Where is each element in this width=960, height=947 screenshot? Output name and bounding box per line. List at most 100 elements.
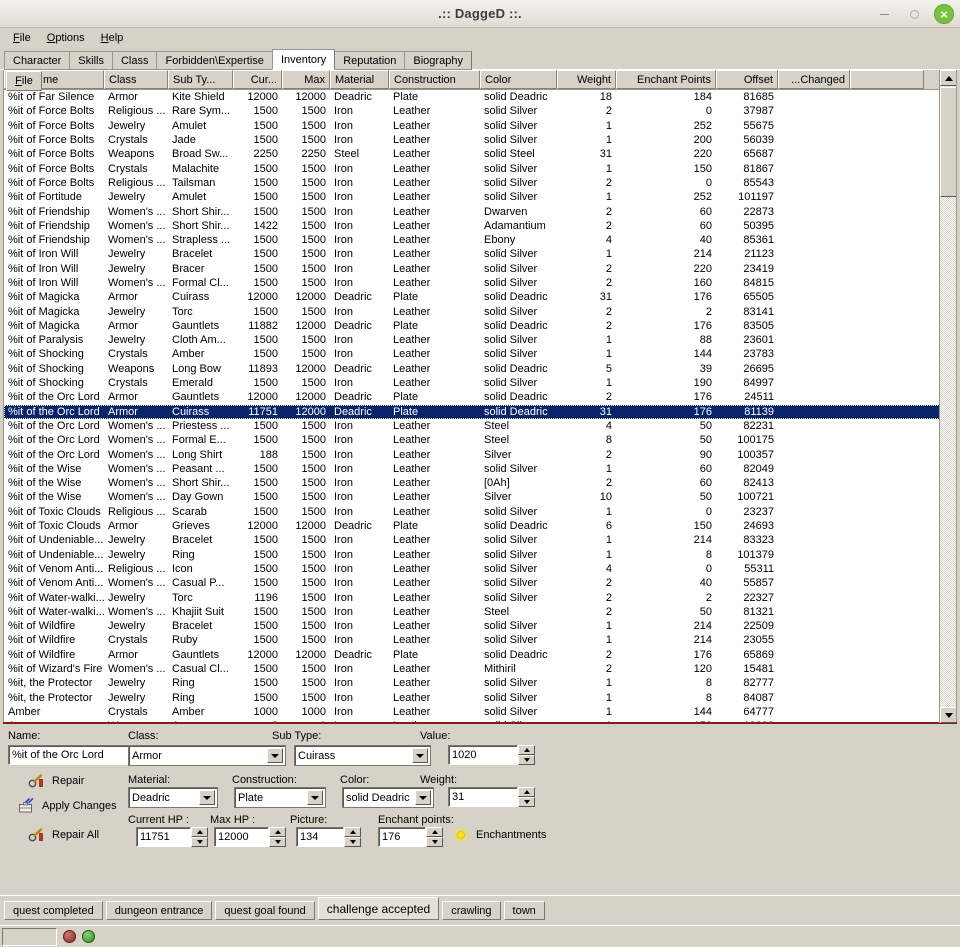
table-row[interactable]: %it of Force Bolts Crystals Jade 1500 1500 Ir…	[4, 133, 956, 147]
bottom-tab-challenge-accepted[interactable]: challenge accepted	[317, 897, 440, 920]
bottom-tab-quest-goal-found[interactable]: quest goal found	[215, 901, 315, 920]
sub-type-select[interactable]: Cuirass	[294, 745, 431, 766]
picture-stepper[interactable]	[344, 827, 361, 847]
grid-column-header-max[interactable]: Max	[282, 70, 330, 89]
value-stepper-down[interactable]	[518, 755, 535, 765]
menu-item-help[interactable]: Help	[94, 30, 131, 46]
class-select-arrow[interactable]	[267, 748, 283, 763]
tab-forbidden-expertise[interactable]: Forbidden\Expertise	[156, 51, 273, 70]
table-row[interactable]: %it of Undeniable... Jewelry Bracelet 1500 1…	[4, 533, 956, 547]
bottom-tab-crawling[interactable]: crawling	[442, 901, 501, 920]
scroll-up-button[interactable]	[940, 70, 956, 86]
grid-column-header-enchant-points[interactable]: Enchant Points	[616, 70, 716, 89]
grid-body[interactable]: %it of Far Silence Armor Kite Shield 12000 1…	[4, 90, 956, 723]
bottom-tab-town[interactable]: town	[503, 901, 545, 920]
table-row[interactable]: %it of Wildfire Crystals Ruby 1500 1500 Iron L…	[4, 633, 956, 647]
table-row[interactable]: %it of Far Silence Armor Kite Shield 12000 1…	[4, 90, 956, 104]
picture-stepper-down[interactable]	[344, 837, 361, 847]
table-row[interactable]: %it of Shocking Crystals Emerald 1500 1500 Ir…	[4, 376, 956, 390]
table-row[interactable]: %it of Wizard's Fire Women's ... Casual Cl…	[4, 662, 956, 676]
table-row[interactable]: %it of Toxic Clouds Religious ... Scarab 15…	[4, 505, 956, 519]
table-row[interactable]: %it of Shocking Crystals Amber 1500 1500 Iron…	[4, 347, 956, 361]
current-hp-stepper-down[interactable]	[191, 837, 208, 847]
grid-column-header-construction[interactable]: Construction	[389, 70, 480, 89]
menu-item-file[interactable]: File	[6, 30, 38, 46]
material-select-arrow[interactable]	[199, 790, 215, 805]
enchant-points-stepper-up[interactable]	[426, 827, 443, 837]
table-row[interactable]: %it of Force Bolts Weapons Broad Sw... 2250…	[4, 147, 956, 161]
grid-column-header-sub-ty[interactable]: Sub Ty...	[168, 70, 233, 89]
class-select[interactable]: Armor	[128, 745, 286, 766]
max-hp-input[interactable]: 12000	[214, 827, 269, 847]
construction-select[interactable]: Plate	[234, 787, 326, 808]
table-row[interactable]: %it of the Orc Lord Armor Gauntlets 12000 12…	[4, 390, 956, 404]
enchant-points-input[interactable]: 176	[378, 827, 426, 847]
table-row[interactable]: %it, the Protector Jewelry Ring 1500 1500 Iro…	[4, 690, 956, 704]
table-row[interactable]: %it of the Orc Lord Women's ... Long Shirt…	[4, 447, 956, 461]
tab-biography[interactable]: Biography	[404, 51, 472, 70]
table-row[interactable]: %it, the Protector Jewelry Ring 1500 1500 Iro…	[4, 676, 956, 690]
sub-type-select-arrow[interactable]	[412, 748, 428, 763]
grid-column-header-material[interactable]: Material	[330, 70, 389, 89]
grid-column-header-color[interactable]: Color	[480, 70, 557, 89]
scroll-down-button[interactable]	[940, 707, 956, 723]
table-row[interactable]: %it of Venom Anti... Women's ... Casual P.…	[4, 576, 956, 590]
color-select-arrow[interactable]	[415, 790, 431, 805]
max-hp-stepper-down[interactable]	[269, 837, 286, 847]
table-row[interactable]: %it of Iron Will Women's ... Formal Cl... 1…	[4, 276, 956, 290]
grid-file-button[interactable]: File	[6, 71, 42, 91]
weight-stepper-up[interactable]	[518, 787, 535, 797]
table-row[interactable]: %it of Magicka Jewelry Torc 1500 1500 Iron Lea…	[4, 304, 956, 318]
table-row[interactable]: %it of Paralysis Jewelry Cloth Am... 1500 15…	[4, 333, 956, 347]
tab-class[interactable]: Class	[111, 51, 158, 70]
table-row[interactable]: %it of Wildfire Jewelry Bracelet 1500 1500 Ir…	[4, 619, 956, 633]
vertical-scrollbar[interactable]	[939, 70, 956, 723]
menu-item-options[interactable]: Options	[40, 30, 92, 46]
bottom-tab-dungeon-entrance[interactable]: dungeon entrance	[105, 901, 213, 920]
table-row[interactable]: %it of Iron Will Jewelry Bracer 1500 1500 Iro…	[4, 262, 956, 276]
table-row[interactable]: %it of the Wise Women's ... Day Gown 1500 15…	[4, 490, 956, 504]
table-row[interactable]: %it of Fortitude Jewelry Amulet 1500 1500 Iro…	[4, 190, 956, 204]
maximize-button[interactable]	[904, 4, 924, 24]
table-row[interactable]: %it of Wildfire Armor Gauntlets 12000 12000 D…	[4, 648, 956, 662]
table-row[interactable]: %it of Force Bolts Jewelry Amulet 1500 1500 I…	[4, 119, 956, 133]
close-button[interactable]: ×	[934, 4, 954, 24]
repair-button[interactable]: Repair	[28, 773, 84, 789]
tab-reputation[interactable]: Reputation	[334, 51, 406, 70]
enchant-points-stepper[interactable]	[426, 827, 443, 847]
table-row[interactable]: %it of Undeniable... Jewelry Ring 1500 1500 I…	[4, 548, 956, 562]
table-row[interactable]: %it of Force Bolts Religious ... Tailsman 1…	[4, 176, 956, 190]
table-row[interactable]: Amber Crystals Amber 1000 1000 Iron Leather sol…	[4, 705, 956, 719]
table-row[interactable]: %it of the Orc Lord Women's ... Priestess …	[4, 419, 956, 433]
table-row[interactable]: %it of Shocking Weapons Long Bow 11893 12000…	[4, 362, 956, 376]
enchant-points-stepper-down[interactable]	[426, 837, 443, 847]
table-row[interactable]: %it of Iron Will Jewelry Bracelet 1500 1500 I…	[4, 247, 956, 261]
current-hp-stepper-up[interactable]	[191, 827, 208, 837]
tab-inventory[interactable]: Inventory	[271, 49, 336, 70]
current-hp-stepper[interactable]	[191, 827, 208, 847]
table-row[interactable]: %it of Venom Anti... Religious ... Icon 150…	[4, 562, 956, 576]
grid-column-header-changed[interactable]: ...Changed	[778, 70, 850, 89]
grid-column-header-cur[interactable]: Cur...	[233, 70, 282, 89]
table-row[interactable]: %it of Friendship Women's ... Short Shir..…	[4, 204, 956, 218]
table-row[interactable]: %it of Friendship Women's ... Strapless ..…	[4, 233, 956, 247]
value-input[interactable]: 1020	[448, 745, 518, 765]
max-hp-stepper[interactable]	[269, 827, 286, 847]
table-row[interactable]: %it of Friendship Women's ... Short Shir..…	[4, 219, 956, 233]
grid-column-header-class[interactable]: Class	[104, 70, 168, 89]
grid-column-header-blank[interactable]	[850, 70, 924, 89]
name-input[interactable]: %it of the Orc Lord	[8, 745, 133, 765]
tab-character[interactable]: Character	[4, 51, 71, 70]
minimize-button[interactable]	[874, 4, 894, 24]
tab-skills[interactable]: Skills	[69, 51, 113, 70]
table-row[interactable]: %it of Toxic Clouds Armor Grieves 12000 1200…	[4, 519, 956, 533]
table-row[interactable]: %it of Magicka Armor Gauntlets 11882 12000 De…	[4, 319, 956, 333]
current-hp-input[interactable]: 11751	[136, 827, 191, 847]
table-row[interactable]: %it of Magicka Armor Cuirass 12000 12000 Dead…	[4, 290, 956, 304]
bottom-tab-quest-completed[interactable]: quest completed	[4, 901, 103, 920]
weight-stepper[interactable]	[518, 787, 535, 807]
repair-all-button[interactable]: Repair All	[28, 827, 99, 843]
scrollbar-thumb[interactable]	[940, 87, 956, 197]
table-row[interactable]: %it of the Wise Women's ... Peasant ... 150…	[4, 462, 956, 476]
color-select[interactable]: solid Deadric	[342, 787, 434, 808]
